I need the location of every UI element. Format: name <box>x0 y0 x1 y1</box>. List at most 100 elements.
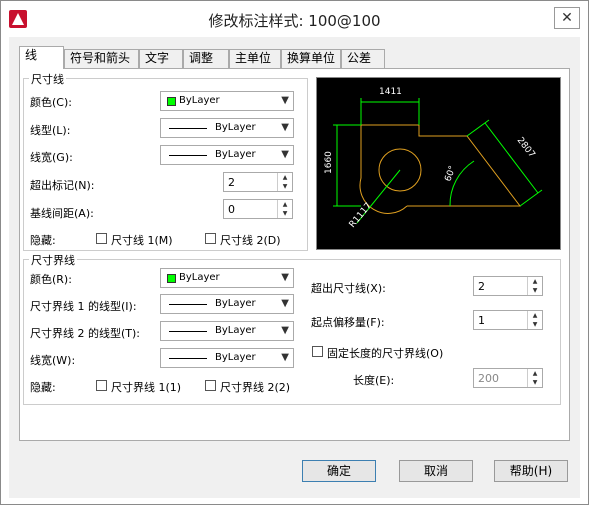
ext-lineweight-label: 线宽(W): <box>30 354 76 367</box>
spin-down-icon[interactable]: ▼ <box>278 182 292 191</box>
suppress-dim1-label: 尺寸线 1(M) <box>111 234 173 247</box>
tab-symbols-arrows[interactable]: 符号和箭头 <box>64 49 139 68</box>
suppress-dim1-checkbox[interactable] <box>96 233 107 244</box>
chevron-down-icon: ▼ <box>281 122 289 133</box>
line-sample <box>169 331 207 332</box>
ext-linetype2-label: 尺寸界线 2 的线型(T): <box>30 327 140 340</box>
preview-geometry-arc <box>359 125 408 214</box>
extend-ticks-spinner[interactable]: 2 ▲ ▼ <box>223 172 293 192</box>
extend-beyond-value: 2 <box>478 280 485 293</box>
dim-right-lines <box>466 119 543 207</box>
spin-down-icon[interactable]: ▼ <box>528 286 542 295</box>
cancel-button[interactable]: 取消 <box>399 460 473 482</box>
preview-drawing: 1411 1660 2807 R1117 60° <box>324 87 543 230</box>
ext-linetype1-combo[interactable]: ByLayer ▼ <box>160 294 294 314</box>
length-value: 200 <box>478 372 499 385</box>
suppress-ext1-checkbox[interactable] <box>96 380 107 391</box>
chevron-down-icon: ▼ <box>281 325 289 336</box>
ext-lineweight-combo[interactable]: ByLayer ▼ <box>160 348 294 368</box>
group-title-ext-lines: 尺寸界线 <box>29 252 77 268</box>
preview-dim-left: 1660 <box>324 151 334 174</box>
title-bar: 修改标注样式: 100@100 ✕ <box>1 1 588 37</box>
dialog-client: 线 符号和箭头 文字 调整 主单位 换算单位 公差 尺寸线 颜色(C): ByL… <box>9 37 580 498</box>
dim-lineweight-value: ByLayer <box>215 149 256 160</box>
ext-linetype1-value: ByLayer <box>215 298 256 309</box>
length-label: 长度(E): <box>353 374 395 387</box>
preview-dim-right: 2807 <box>515 136 537 160</box>
extend-ticks-label: 超出标记(N): <box>30 179 95 192</box>
baseline-spacing-spinner[interactable]: 0 ▲ ▼ <box>223 199 293 219</box>
line-sample <box>169 358 207 359</box>
color-swatch <box>167 274 176 283</box>
dim-lineweight-label: 线宽(G): <box>30 151 73 164</box>
spin-up-icon[interactable]: ▲ <box>278 200 292 209</box>
tab-panel-lines: 尺寸线 颜色(C): ByLayer ▼ 线型(L): ByLayer ▼ 线宽… <box>19 68 570 441</box>
ext-linetype2-value: ByLayer <box>215 325 256 336</box>
spin-up-icon: ▲ <box>532 370 538 377</box>
extend-beyond-label: 超出尺寸线(X): <box>311 282 386 295</box>
fixed-length-checkbox[interactable] <box>312 346 323 357</box>
suppress-ext2-label: 尺寸界线 2(2) <box>220 381 291 394</box>
tab-tolerances[interactable]: 公差 <box>341 49 385 68</box>
tab-primary-units[interactable]: 主单位 <box>229 49 281 68</box>
chevron-down-icon: ▼ <box>281 298 289 309</box>
ext-color-value: ByLayer <box>179 272 220 283</box>
length-spinner: 200 ▲ ▼ <box>473 368 543 388</box>
dim-left-lines <box>333 124 361 207</box>
tab-alternate-units[interactable]: 换算单位 <box>281 49 341 68</box>
color-swatch <box>167 97 176 106</box>
spin-up-icon[interactable]: ▲ <box>278 173 292 182</box>
extend-beyond-spinner[interactable]: 2 ▲ ▼ <box>473 276 543 296</box>
spin-down-icon[interactable]: ▼ <box>278 209 292 218</box>
close-button[interactable]: ✕ <box>554 7 580 29</box>
ext-suppress-label: 隐藏: <box>30 381 56 394</box>
spin-up-icon[interactable]: ▲ <box>528 277 542 286</box>
ext-lineweight-value: ByLayer <box>215 352 256 363</box>
preview-pane: 1411 1660 2807 R1117 60° <box>316 77 561 250</box>
dim-top-lines <box>360 98 420 125</box>
origin-offset-value: 1 <box>478 314 485 327</box>
spin-down-icon[interactable]: ▼ <box>528 320 542 329</box>
spin-down-icon: ▼ <box>532 379 538 386</box>
tab-lines[interactable]: 线 <box>19 46 64 69</box>
suppress-ext2-checkbox[interactable] <box>205 380 216 391</box>
chevron-down-icon: ▼ <box>281 149 289 160</box>
window-title: 修改标注样式: 100@100 <box>208 12 381 30</box>
chevron-down-icon: ▼ <box>281 95 289 106</box>
dim-linetype-combo[interactable]: ByLayer ▼ <box>160 118 294 138</box>
line-sample <box>169 128 207 129</box>
chevron-down-icon: ▼ <box>281 272 289 283</box>
tab-text[interactable]: 文字 <box>139 49 183 68</box>
baseline-spacing-value: 0 <box>228 203 235 216</box>
line-sample <box>169 304 207 305</box>
dim-color-combo[interactable]: ByLayer ▼ <box>160 91 294 111</box>
dim-linetype-value: ByLayer <box>215 122 256 133</box>
chevron-down-icon: ▼ <box>281 352 289 363</box>
ext-linetype2-combo[interactable]: ByLayer ▼ <box>160 321 294 341</box>
origin-offset-label: 起点偏移量(F): <box>311 316 385 329</box>
tab-fit[interactable]: 调整 <box>183 49 229 68</box>
preview-dim-top: 1411 <box>379 87 402 97</box>
dim-color-label: 颜色(C): <box>30 96 72 109</box>
fixed-length-label: 固定长度的尺寸界线(O) <box>327 347 444 360</box>
origin-offset-spinner[interactable]: 1 ▲ ▼ <box>473 310 543 330</box>
spin-up-icon[interactable]: ▲ <box>528 311 542 320</box>
line-sample <box>169 155 207 156</box>
suppress-ext1-label: 尺寸界线 1(1) <box>111 381 182 394</box>
ok-button[interactable]: 确定 <box>302 460 376 482</box>
dim-color-value: ByLayer <box>179 95 220 106</box>
dim-suppress-label: 隐藏: <box>30 234 56 247</box>
ext-linetype1-label: 尺寸界线 1 的线型(I): <box>30 300 137 313</box>
ext-color-label: 颜色(R): <box>30 273 72 286</box>
help-button[interactable]: 帮助(H) <box>494 460 568 482</box>
baseline-spacing-label: 基线间距(A): <box>30 207 94 220</box>
group-ext-lines: 尺寸界线 颜色(R): ByLayer ▼ 尺寸界线 1 的线型(I): ByL… <box>23 252 561 405</box>
dialog-window: 修改标注样式: 100@100 ✕ 线 符号和箭头 文字 调整 主单位 换算单位… <box>0 0 589 505</box>
dim-linetype-label: 线型(L): <box>30 124 71 137</box>
preview-dim-radius: R1117 <box>348 201 374 230</box>
extend-ticks-value: 2 <box>228 176 235 189</box>
ext-color-combo[interactable]: ByLayer ▼ <box>160 268 294 288</box>
group-dim-lines: 尺寸线 颜色(C): ByLayer ▼ 线型(L): ByLayer ▼ 线宽… <box>23 71 308 251</box>
dim-lineweight-combo[interactable]: ByLayer ▼ <box>160 145 294 165</box>
suppress-dim2-checkbox[interactable] <box>205 233 216 244</box>
